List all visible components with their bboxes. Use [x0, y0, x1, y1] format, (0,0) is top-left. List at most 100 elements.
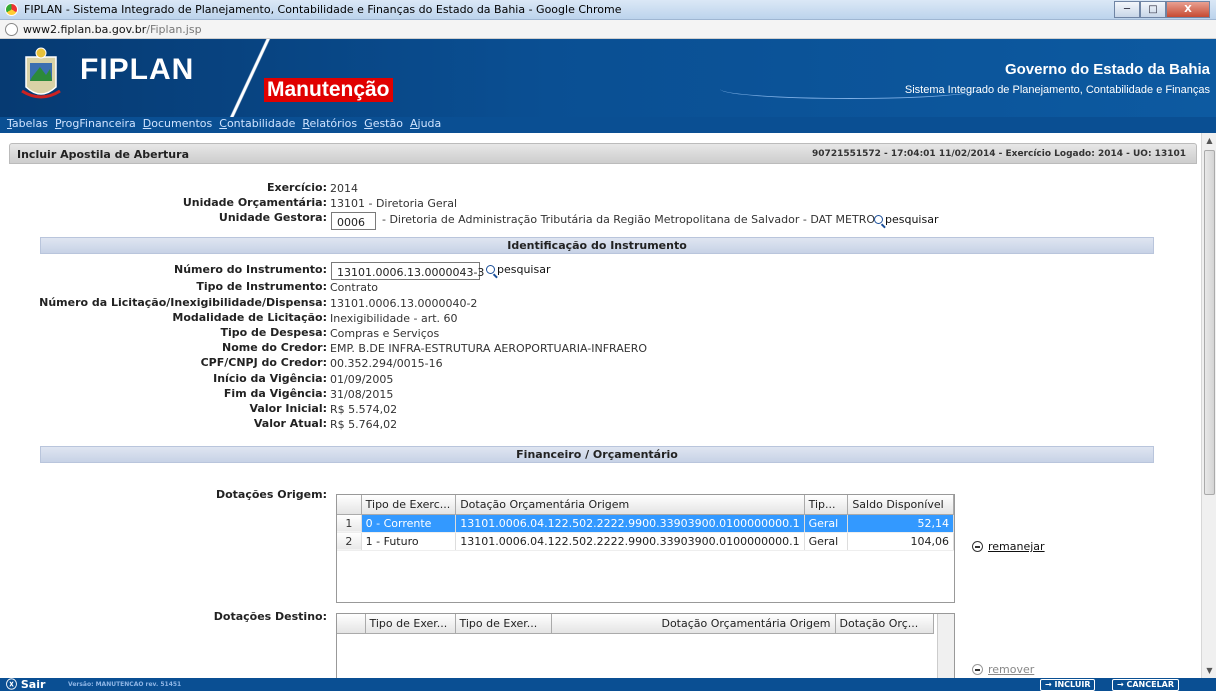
cell-dotacao: 13101.0006.04.122.502.2222.9900.33903900…	[455, 514, 805, 533]
destino-col-dotacao2[interactable]: Dotação Orç...	[835, 614, 934, 634]
table-row[interactable]: 2 1 - Futuro 13101.0006.04.122.502.2222.…	[337, 532, 954, 551]
exercicio-label: Exercício:	[266, 181, 327, 194]
cancelar-button[interactable]: → CANCELAR	[1112, 679, 1180, 691]
search-icon	[874, 215, 883, 224]
ug-label: Unidade Gestora:	[218, 211, 327, 224]
instrumento-field-value: Inexigibilidade - art. 60	[330, 312, 458, 325]
instrumento-field-label: Valor Inicial:	[249, 402, 328, 415]
instrumento-field-label: Nome do Credor:	[222, 341, 327, 354]
instrumento-field-label: Tipo de Despesa:	[220, 326, 327, 339]
origem-col-tipo[interactable]: Tipo de Exerc...	[361, 495, 457, 515]
section-financeiro: Financeiro / Orçamentário	[40, 446, 1154, 463]
instrumento-field-value: EMP. B.DE INFRA-ESTRUTURA AEROPORTUARIA-…	[330, 342, 648, 355]
page-scrollbar[interactable]: ▲ ▼	[1201, 133, 1216, 678]
incluir-button[interactable]: → INCLUIR	[1040, 679, 1096, 691]
bahia-crest-icon	[21, 47, 61, 99]
panel-title: Incluir Apostila de Abertura	[17, 148, 189, 161]
instrumento-field-value: 31/08/2015	[330, 388, 394, 401]
cell-tp: Geral	[804, 532, 849, 551]
system-name: Sistema Integrado de Planejamento, Conta…	[904, 84, 1210, 96]
instrumento-field-value: 13101.0006.13.0000040-2	[330, 297, 478, 310]
cell-dotacao: 13101.0006.04.122.502.2222.9900.33903900…	[455, 532, 805, 551]
minimize-button[interactable]: ─	[1114, 1, 1140, 18]
cell-saldo: 52,14	[847, 514, 954, 533]
remover-label: remover	[988, 663, 1035, 676]
maximize-button[interactable]: □	[1140, 1, 1166, 18]
menu-gestao[interactable]: Gestão	[364, 117, 403, 133]
app-footer: ⓧ Sair Versão: MANUTENCAO rev. 51451 → I…	[0, 678, 1216, 691]
uo-value: 13101 - Diretoria Geral	[330, 197, 457, 210]
menu-ajuda[interactable]: Ajuda	[410, 117, 441, 133]
ug-description: - Diretoria de Administração Tributária …	[382, 213, 875, 226]
ug-search-link[interactable]: pesquisar	[874, 213, 939, 226]
destino-col-tipo2[interactable]: Tipo de Exer...	[455, 614, 552, 634]
instrumento-field-value: R$ 5.574,02	[330, 403, 398, 416]
cell-tp: Geral	[804, 514, 849, 533]
remanejar-label: remanejar	[988, 540, 1045, 553]
origem-col-dotacao[interactable]: Dotação Orçamentária Origem	[455, 495, 805, 515]
destino-col-dotacao[interactable]: Dotação Orçamentária Origem	[551, 614, 836, 634]
globe-icon	[5, 23, 18, 36]
origem-col-rownum	[337, 495, 362, 515]
remanejar-link[interactable]: remanejar	[972, 540, 1045, 553]
menu-documentos[interactable]: Documentos	[143, 117, 212, 133]
origem-col-tp[interactable]: Tip...	[804, 495, 849, 515]
scroll-up-arrow-icon[interactable]: ▲	[1202, 133, 1216, 148]
exercicio-value: 2014	[330, 182, 358, 195]
module-badge: Manutenção	[264, 78, 393, 102]
instrumento-field-label: Tipo de Instrumento:	[196, 280, 327, 293]
uo-label: Unidade Orçamentária:	[182, 196, 327, 209]
sair-label: Sair	[20, 678, 46, 691]
chrome-icon	[5, 3, 18, 16]
fiplan-logo: FIPLAN	[80, 53, 195, 86]
scroll-thumb[interactable]	[1204, 150, 1215, 495]
address-bar[interactable]: www2.fiplan.ba.gov.br/Fiplan.jsp	[0, 20, 1216, 39]
search-icon	[486, 265, 495, 274]
panel-header: Incluir Apostila de Abertura 90721551572…	[9, 143, 1197, 164]
instrumento-field-value: 01/09/2005	[330, 373, 394, 386]
url-text[interactable]: www2.fiplan.ba.gov.br/Fiplan.jsp	[23, 23, 202, 36]
window-title: FIPLAN - Sistema Integrado de Planejamen…	[24, 3, 622, 16]
instrumento-field-value: R$ 5.764,02	[330, 418, 398, 431]
menu-progfinanceira[interactable]: ProgFinanceira	[55, 117, 136, 133]
instrumento-field-value: Contrato	[330, 281, 379, 294]
sair-button[interactable]: ⓧ Sair	[6, 678, 45, 691]
destino-col-rownum	[337, 614, 366, 634]
dotacoes-destino-label: Dotações Destino:	[213, 610, 327, 623]
menu-contabilidade[interactable]: Contabilidade	[219, 117, 295, 133]
version-text: Versão: MANUTENCAO rev. 51451	[68, 681, 182, 688]
menu-tabelas[interactable]: Tabelas	[7, 117, 48, 133]
url-host: www2.fiplan.ba.gov.br	[23, 23, 147, 36]
cell-tipo: 0 - Corrente	[361, 514, 457, 533]
numero-instrumento-input[interactable]: 13101.0006.13.0000043-3	[331, 262, 484, 280]
remover-link[interactable]: remover	[972, 663, 1034, 676]
instrumento-search-label: pesquisar	[497, 263, 551, 276]
menu-relatorios[interactable]: Relatórios	[302, 117, 357, 133]
section-identificacao: Identificação do Instrumento	[40, 237, 1154, 254]
origem-header-row: Tipo de Exerc... Dotação Orçamentária Or…	[337, 495, 954, 515]
app-header: FIPLAN Manutenção Governo do Estado da B…	[0, 39, 1216, 117]
origem-col-saldo[interactable]: Saldo Disponível	[847, 495, 954, 515]
close-button[interactable]: X	[1166, 1, 1210, 18]
instrumento-field-value: Compras e Serviços	[330, 327, 440, 340]
scroll-down-arrow-icon[interactable]: ▼	[1202, 663, 1216, 678]
instrumento-field-label: Modalidade de Licitação:	[172, 311, 327, 324]
row-number: 1	[337, 514, 362, 533]
instrumento-field-label: Início da Vigência:	[213, 372, 327, 385]
window-titlebar: FIPLAN - Sistema Integrado de Planejamen…	[0, 0, 1216, 20]
instrumento-search-link[interactable]: pesquisar	[486, 263, 551, 276]
destino-grid: Tipo de Exer... Tipo de Exer... Dotação …	[336, 613, 955, 678]
numero-instrumento-label: Número do Instrumento:	[174, 263, 327, 276]
table-row[interactable]: 1 0 - Corrente 13101.0006.04.122.502.222…	[337, 514, 954, 533]
instrumento-field-label: CPF/CNPJ do Credor:	[200, 356, 327, 369]
ug-code-input[interactable]: 0006	[331, 212, 376, 230]
dotacoes-origem-label: Dotações Origem:	[215, 488, 327, 501]
destino-scrollbar[interactable]	[937, 614, 954, 678]
instrumento-field-label: Fim da Vigência:	[223, 387, 327, 400]
origem-grid: Tipo de Exerc... Dotação Orçamentária Or…	[336, 494, 955, 603]
government-name: Governo do Estado da Bahia	[1004, 61, 1210, 78]
instrumento-field-label: Número da Licitação/Inexigibilidade/Disp…	[39, 296, 327, 309]
destino-col-tipo1[interactable]: Tipo de Exer...	[365, 614, 456, 634]
destino-header-row: Tipo de Exer... Tipo de Exer... Dotação …	[337, 614, 934, 634]
ug-search-label: pesquisar	[885, 213, 939, 226]
